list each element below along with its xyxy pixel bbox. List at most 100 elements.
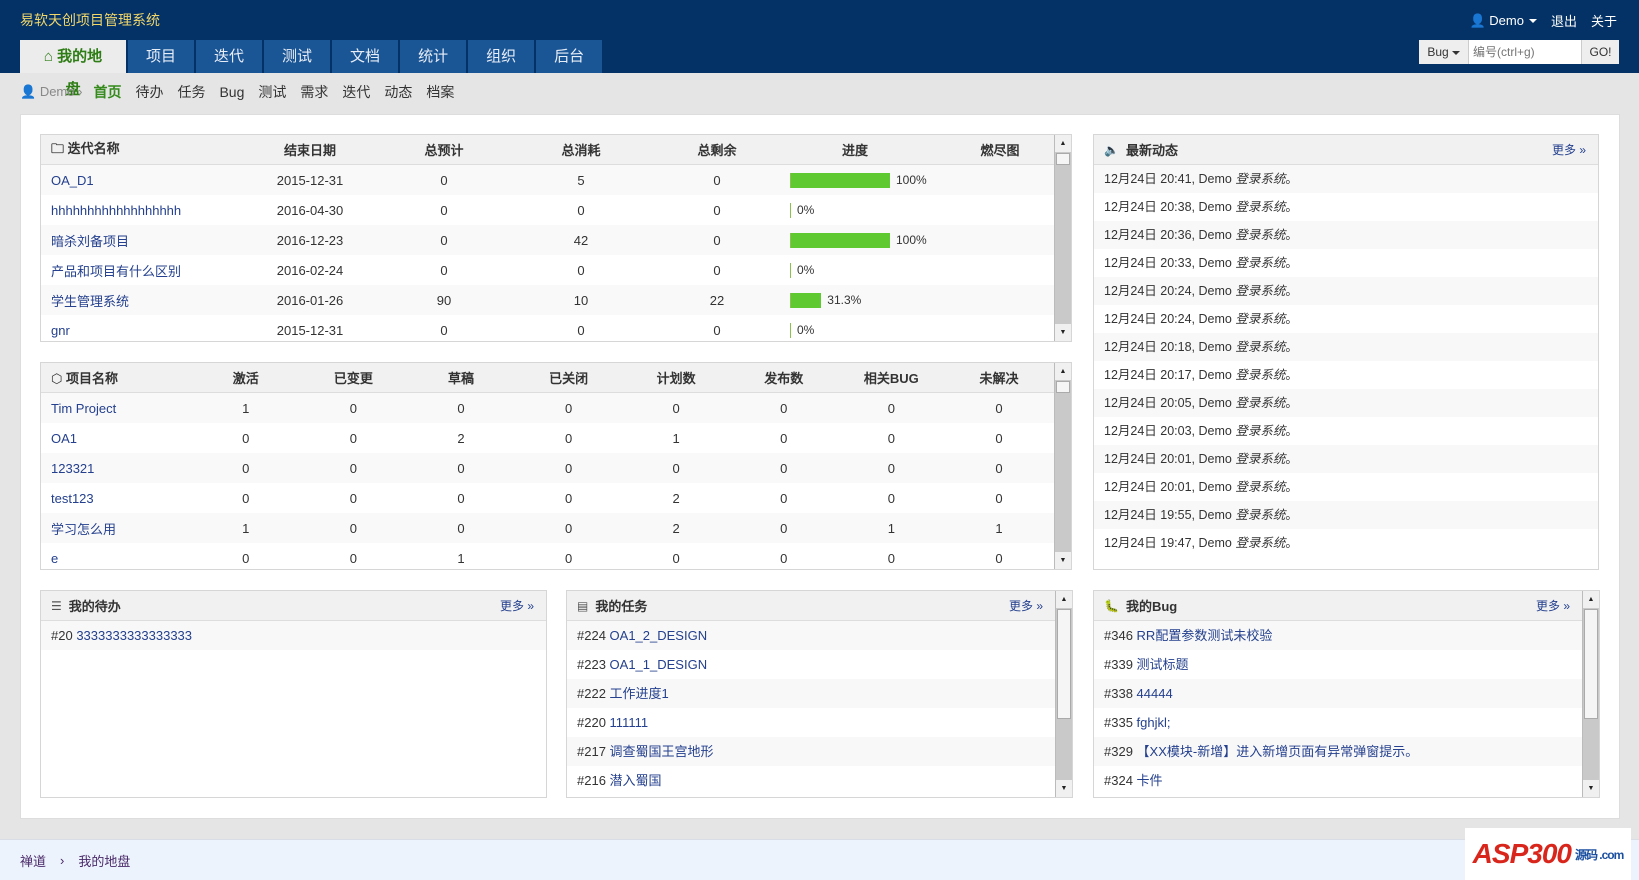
more-link[interactable]: 更多 » [1009, 597, 1043, 614]
scroll-down-icon[interactable]: ▼ [1056, 780, 1072, 797]
scroll-down-icon[interactable]: ▼ [1583, 780, 1599, 797]
search-type-select[interactable]: Bug [1419, 40, 1469, 64]
item-link[interactable]: 潜入蜀国 [610, 773, 662, 788]
iteration-link[interactable]: gnr [41, 323, 241, 338]
user-dropdown[interactable]: 👤 Demo [1469, 13, 1537, 29]
logout-link[interactable]: 退出 [1551, 11, 1577, 30]
scroll-thumb[interactable] [1584, 609, 1598, 719]
dynamic-action[interactable]: 登录系统 [1235, 227, 1285, 242]
list-item: #329 【XX模块-新增】进入新增页面有异常弹窗提示。 [1094, 737, 1582, 766]
item-link[interactable]: RR配置参数测试未校验 [1137, 628, 1273, 643]
list-item: #346 RR配置参数测试未校验 [1094, 621, 1582, 650]
subnav-item-3[interactable]: Bug [219, 84, 244, 100]
tab-0[interactable]: ⌂ 我的地盘 [20, 40, 126, 98]
scroll-thumb[interactable] [1056, 153, 1070, 165]
about-link[interactable]: 关于 [1591, 11, 1617, 30]
search-input[interactable] [1469, 40, 1581, 64]
iteration-link[interactable]: hhhhhhhhhhhhhhhhhh [41, 203, 241, 218]
subnav-item-1[interactable]: 待办 [135, 82, 163, 102]
project-link[interactable]: 学习怎么用 [41, 519, 192, 538]
dynamic-action[interactable]: 登录系统 [1235, 283, 1285, 298]
more-link[interactable]: 更多 » [500, 597, 534, 614]
dynamic-action[interactable]: 登录系统 [1235, 423, 1285, 438]
scroll-up-icon[interactable]: ▲ [1056, 591, 1072, 608]
dynamic-action[interactable]: 登录系统 [1235, 171, 1285, 186]
item-link[interactable]: 卡件 [1137, 773, 1163, 788]
item-link[interactable]: 44444 [1137, 686, 1173, 701]
iteration-link[interactable]: 产品和项目有什么区别 [41, 261, 241, 280]
cell: 0 [564, 520, 573, 536]
scrollbar[interactable]: ▲ ▼ [1054, 135, 1071, 341]
subnav-item-8[interactable]: 档案 [426, 82, 454, 102]
item-link[interactable]: OA1_2_DESIGN [610, 628, 708, 643]
subnav-item-0[interactable]: 首页 [93, 82, 121, 102]
project-link[interactable]: 123321 [41, 461, 192, 476]
dynamic-item: 12月24日 20:05, Demo 登录系统。 [1094, 389, 1598, 417]
tab-1[interactable]: 项目 [128, 40, 195, 73]
footer-crumb-home[interactable]: 禅道 [20, 851, 46, 870]
scrollbar[interactable]: ▲ ▼ [1582, 591, 1599, 797]
dynamic-action[interactable]: 登录系统 [1235, 395, 1285, 410]
dynamic-action[interactable]: 登录系统 [1235, 451, 1285, 466]
dynamic-action[interactable]: 登录系统 [1235, 479, 1285, 494]
item-link[interactable]: OA1_1_DESIGN [610, 657, 708, 672]
cell: 2 [672, 520, 680, 536]
subnav-crumb[interactable]: 👤 Demo › [20, 84, 82, 100]
item-link[interactable]: fghjkl; [1137, 715, 1171, 730]
cell: 0 [564, 400, 573, 416]
item-link[interactable]: 【XX模块-新增】进入新增页面有异常弹窗提示。 [1137, 744, 1419, 759]
tab-6[interactable]: 组织 [468, 40, 535, 73]
dynamic-action[interactable]: 登录系统 [1235, 311, 1285, 326]
project-link[interactable]: OA1 [41, 431, 192, 446]
iteration-link[interactable]: 学生管理系统 [41, 291, 241, 310]
item-link[interactable]: 3333333333333333 [76, 628, 192, 643]
item-link[interactable]: 工作进度1 [610, 686, 669, 701]
dynamic-time: 12月24日 20:36, Demo [1104, 228, 1232, 242]
progress-bar [790, 322, 791, 338]
scroll-thumb[interactable] [1056, 381, 1070, 393]
scrollbar[interactable]: ▲ ▼ [1055, 591, 1072, 797]
subnav-item-4[interactable]: 测试 [258, 82, 286, 102]
item-link[interactable]: 调查蜀国王宫地形 [610, 744, 714, 759]
scroll-thumb[interactable] [1057, 609, 1071, 719]
more-link[interactable]: 更多 » [1536, 597, 1570, 614]
todo-list: #20 3333333333333333 [41, 621, 546, 650]
column-header: 🗀 迭代名称 [51, 140, 120, 156]
dynamic-action[interactable]: 登录系统 [1235, 339, 1285, 354]
project-link[interactable]: e [41, 551, 192, 566]
subnav-item-6[interactable]: 迭代 [342, 82, 370, 102]
scroll-up-icon[interactable]: ▲ [1583, 591, 1599, 608]
subnav-item-5[interactable]: 需求 [300, 82, 328, 102]
tab-7[interactable]: 后台 [536, 40, 603, 73]
project-link[interactable]: Tim Project [41, 401, 192, 416]
dynamic-action[interactable]: 登录系统 [1235, 199, 1285, 214]
dynamic-end: 。 [1285, 536, 1298, 550]
project-link[interactable]: test123 [41, 491, 192, 506]
footer-crumb-current[interactable]: 我的地盘 [78, 851, 130, 870]
tab-2[interactable]: 迭代 [196, 40, 263, 73]
item-id: #223 [577, 657, 606, 672]
scroll-down-icon[interactable]: ▼ [1055, 324, 1071, 341]
dynamic-action[interactable]: 登录系统 [1235, 535, 1285, 550]
scroll-up-icon[interactable]: ▲ [1055, 135, 1071, 152]
tab-3[interactable]: 测试 [264, 40, 331, 73]
tab-4[interactable]: 文档 [332, 40, 399, 73]
scroll-up-icon[interactable]: ▲ [1055, 363, 1071, 380]
dynamic-action[interactable]: 登录系统 [1235, 255, 1285, 270]
scrollbar[interactable]: ▲ ▼ [1054, 363, 1071, 569]
subnav-item-2[interactable]: 任务 [177, 82, 205, 102]
tab-label: 测试 [282, 48, 313, 65]
dynamic-action[interactable]: 登录系统 [1235, 507, 1285, 522]
go-button[interactable]: GO! [1581, 40, 1619, 64]
more-link[interactable]: 更多 » [1552, 141, 1586, 158]
subnav-item-7[interactable]: 动态 [384, 82, 412, 102]
tab-5[interactable]: 统计 [400, 40, 467, 73]
table-header: 🗀 迭代名称 结束日期 总预计 总消耗 总剩余 进度 燃尽图 [41, 135, 1071, 165]
scroll-down-icon[interactable]: ▼ [1055, 552, 1071, 569]
iteration-link[interactable]: 暗杀刘备项目 [41, 231, 241, 250]
table-row: hhhhhhhhhhhhhhhhhh 2016-04-30 0 0 0 0% [41, 195, 1071, 225]
item-link[interactable]: 111111 [610, 715, 649, 730]
item-link[interactable]: 测试标题 [1137, 657, 1189, 672]
iteration-link[interactable]: OA_D1 [41, 173, 241, 188]
dynamic-action[interactable]: 登录系统 [1235, 367, 1285, 382]
